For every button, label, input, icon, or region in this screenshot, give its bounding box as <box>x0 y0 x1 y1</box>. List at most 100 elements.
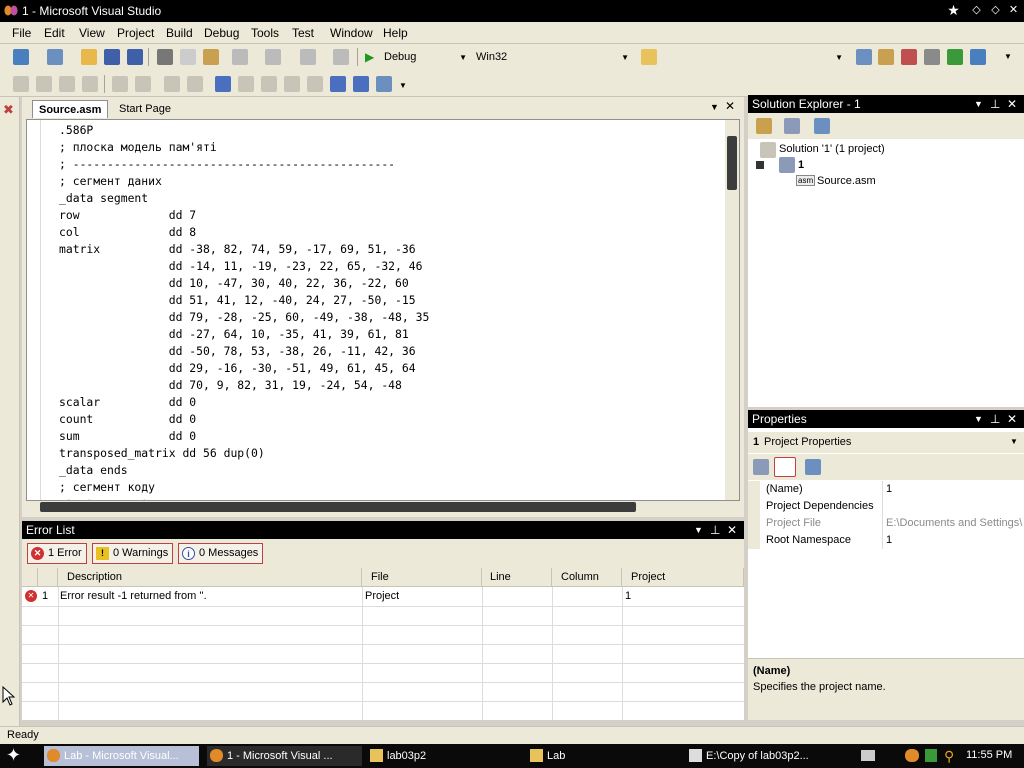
property-row[interactable]: Root Namespace 1 <box>748 532 1024 549</box>
categorized-icon[interactable] <box>753 459 769 475</box>
taskbar-item-lab[interactable]: Lab <box>527 746 682 766</box>
word-completion-icon[interactable] <box>82 76 98 92</box>
display-object-icon[interactable] <box>13 76 29 92</box>
column-header-column[interactable]: Column <box>552 568 622 587</box>
object-selector[interactable]: 1 Project Properties ▼ <box>748 432 1024 453</box>
solution-node[interactable]: Solution '1' (1 project) <box>779 143 885 155</box>
file-node-source-asm[interactable]: Source.asm <box>817 175 876 187</box>
menu-file[interactable]: File <box>12 26 31 40</box>
previous-bookmark-in-document-icon[interactable] <box>330 76 346 92</box>
code-line[interactable]: matrix dd -38, 82, 74, 59, -17, 69, 51, … <box>59 241 429 258</box>
code-line[interactable]: ; --------------------------------------… <box>59 156 429 173</box>
save-icon[interactable] <box>104 49 120 65</box>
search-tray-icon[interactable]: ⚲ <box>944 748 954 765</box>
code-line[interactable]: count dd 0 <box>59 411 429 428</box>
close-document-icon[interactable]: ✕ <box>725 99 735 113</box>
warnings-filter-button[interactable]: ! 0 Warnings <box>92 543 174 564</box>
code-line[interactable]: dd 70, 9, 82, 31, 19, -24, 54, -48 <box>59 377 429 394</box>
vertical-scroll-thumb[interactable] <box>727 136 737 190</box>
code-line[interactable]: dd 51, 41, 12, -40, 24, 27, -50, -15 <box>59 292 429 309</box>
maximize-button[interactable]: ◇ <box>987 3 1004 18</box>
tab-source-asm[interactable]: Source.asm <box>32 100 109 118</box>
toggle-bookmark-icon[interactable] <box>215 76 231 92</box>
auto-hide-pin-icon[interactable]: ⊥ <box>990 95 1000 113</box>
property-row[interactable]: Project Dependencies <box>748 498 1024 515</box>
window-position-icon[interactable]: ▼ <box>694 521 703 539</box>
column-header-icon[interactable] <box>22 568 38 587</box>
close-panel-icon[interactable]: ✕ <box>727 521 737 539</box>
add-item-icon[interactable] <box>47 49 63 65</box>
clear-bookmarks-icon[interactable] <box>376 76 392 92</box>
code-line[interactable]: dd -50, 78, 53, -38, 26, -11, 42, 36 <box>59 343 429 360</box>
horizontal-scrollbar-track[interactable] <box>26 501 740 513</box>
code-line[interactable]: _data ends <box>59 462 429 479</box>
minimize-button[interactable]: ◇ <box>968 3 985 18</box>
close-panel-icon[interactable]: ✕ <box>1007 95 1017 113</box>
properties-icon[interactable] <box>756 118 772 134</box>
command-window-icon[interactable] <box>970 49 986 65</box>
table-row[interactable]: ✕ 1 Error result -1 returned from ''. Pr… <box>22 587 744 606</box>
platform-select[interactable]: Win32 ▼ <box>472 48 632 67</box>
decrease-indent-icon[interactable] <box>112 76 128 92</box>
increase-indent-icon[interactable] <box>135 76 151 92</box>
property-row[interactable]: Project File E:\Documents and Settings\ <box>748 515 1024 532</box>
solution-explorer-icon[interactable] <box>856 49 872 65</box>
code-line[interactable]: transposed_matrix dd 56 dup(0) <box>59 445 429 462</box>
menu-help[interactable]: Help <box>383 26 408 40</box>
pin-icon[interactable]: ★ <box>945 3 962 18</box>
code-line[interactable]: col dd 8 <box>59 224 429 241</box>
previous-bookmark-icon[interactable] <box>238 76 254 92</box>
cut-icon[interactable] <box>157 49 173 65</box>
messages-filter-button[interactable]: i 0 Messages <box>178 543 264 564</box>
object-browser-icon[interactable] <box>901 49 917 65</box>
vertical-scrollbar[interactable] <box>725 120 739 500</box>
tab-start-page[interactable]: Start Page <box>113 100 177 118</box>
error-list-header[interactable]: Error List ▼ ⊥ ✕ <box>22 521 744 539</box>
undo-icon[interactable] <box>232 49 248 65</box>
close-panel-icon[interactable]: ✕ <box>1007 410 1017 428</box>
new-project-icon[interactable] <box>13 49 29 65</box>
code-line[interactable]: sum dd 0 <box>59 428 429 445</box>
code-line[interactable]: _data segment <box>59 190 429 207</box>
expand-icon[interactable] <box>756 161 764 169</box>
solution-explorer-header[interactable]: Solution Explorer - 1 ▼ ⊥ ✕ <box>748 95 1024 113</box>
taskbar-item-lab-vs[interactable]: Lab - Microsoft Visual... <box>44 746 199 766</box>
menu-debug[interactable]: Debug <box>204 26 239 40</box>
code-line[interactable]: scalar dd 0 <box>59 394 429 411</box>
code-line[interactable]: .586P <box>59 122 429 139</box>
configuration-select[interactable]: Debug ▼ <box>380 48 470 67</box>
properties-header[interactable]: Properties ▼ ⊥ ✕ <box>748 410 1024 428</box>
keyboard-icon[interactable] <box>861 750 875 761</box>
refresh-icon[interactable] <box>814 118 830 134</box>
code-editor[interactable]: .586P; плоска модель пам'яті; ----------… <box>26 119 740 501</box>
close-button[interactable]: ✕ <box>1005 3 1022 18</box>
start-button[interactable]: ✦ <box>6 745 21 766</box>
auto-hide-pin-icon[interactable]: ⊥ <box>710 521 720 539</box>
start-page-icon[interactable] <box>947 49 963 65</box>
paste-icon[interactable] <box>203 49 219 65</box>
navigate-back-icon[interactable] <box>300 49 316 65</box>
window-position-icon[interactable]: ▼ <box>974 410 983 428</box>
taskbar-item-lab03p2[interactable]: lab03p2 <box>367 746 522 766</box>
menu-test[interactable]: Test <box>292 26 314 40</box>
menu-tools[interactable]: Tools <box>251 26 279 40</box>
active-files-dropdown-icon[interactable]: ▼ <box>710 102 719 112</box>
network-tray-icon[interactable] <box>925 749 937 762</box>
uncomment-icon[interactable] <box>187 76 203 92</box>
find-combo[interactable]: ▼ <box>660 48 846 67</box>
window-position-icon[interactable]: ▼ <box>974 95 983 113</box>
code-line[interactable]: row dd 7 <box>59 207 429 224</box>
next-bookmark-icon[interactable] <box>261 76 277 92</box>
menu-project[interactable]: Project <box>117 26 154 40</box>
code-text[interactable]: .586P; плоска модель пам'яті; ----------… <box>59 122 429 500</box>
save-all-icon[interactable] <box>127 49 143 65</box>
code-line[interactable]: ; плоска модель пам'яті <box>59 139 429 156</box>
title-bar[interactable]: 1 - Microsoft Visual Studio ★ ◇ ◇ ✕ <box>0 0 1024 22</box>
errors-filter-button[interactable]: ✕ 1 Error <box>27 543 87 564</box>
code-line[interactable]: dd 10, -47, 30, 40, 22, 36, -22, 60 <box>59 275 429 292</box>
menu-view[interactable]: View <box>79 26 105 40</box>
navigate-forward-icon[interactable] <box>333 49 349 65</box>
taskbar-item-1-vs[interactable]: 1 - Microsoft Visual ... <box>207 746 362 766</box>
redo-icon[interactable] <box>265 49 281 65</box>
alphabetical-icon[interactable] <box>774 457 796 477</box>
